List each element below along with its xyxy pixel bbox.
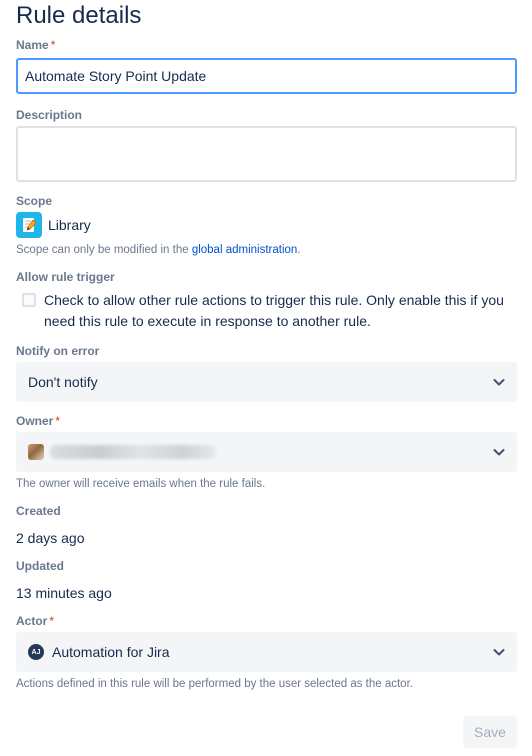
save-button[interactable]: Save [463, 716, 517, 748]
allow-rule-trigger-label: Allow rule trigger [16, 270, 115, 284]
actor-selected-value: Automation for Jira [52, 644, 170, 660]
scope-label: Scope [16, 194, 53, 208]
allow-rule-trigger-text: Check to allow other rule actions to tri… [44, 292, 504, 329]
required-mark: * [55, 414, 61, 428]
actor-avatar: AJ [28, 644, 44, 660]
scope-name: Library [48, 217, 91, 233]
chevron-down-icon [493, 649, 505, 656]
chevron-down-icon [493, 449, 505, 456]
updated-value: 13 minutes ago [16, 585, 112, 601]
owner-label: Owner * [16, 414, 61, 428]
actor-help: Actions defined in this rule will be per… [16, 678, 413, 690]
notify-on-error-label: Notify on error [16, 344, 100, 358]
created-label: Created [16, 504, 61, 518]
owner-name-redacted [50, 445, 216, 459]
notify-selected-value: Don't notify [28, 374, 98, 390]
owner-select[interactable] [16, 432, 517, 472]
required-mark: * [49, 614, 55, 628]
chevron-down-icon [493, 379, 505, 386]
description-label: Description [16, 108, 83, 122]
owner-avatar [28, 444, 44, 460]
scope-value: Library [16, 212, 91, 238]
name-label: Name * [16, 38, 56, 52]
notify-on-error-select[interactable]: Don't notify [16, 362, 517, 402]
scope-help: Scope can only be modified in the global… [16, 244, 301, 256]
actor-select[interactable]: AJ Automation for Jira [16, 632, 517, 672]
name-input[interactable] [16, 58, 517, 94]
global-administration-link[interactable]: global administration [192, 244, 297, 256]
description-textarea[interactable] [16, 126, 517, 182]
notebook-pencil-icon [16, 212, 42, 238]
created-value: 2 days ago [16, 530, 85, 546]
page-title: Rule details [16, 2, 142, 29]
updated-label: Updated [16, 559, 64, 573]
required-mark: * [50, 38, 56, 52]
actor-label: Actor * [16, 614, 55, 628]
owner-help: The owner will receive emails when the r… [16, 478, 266, 490]
allow-rule-trigger-checkbox[interactable] [22, 293, 36, 307]
